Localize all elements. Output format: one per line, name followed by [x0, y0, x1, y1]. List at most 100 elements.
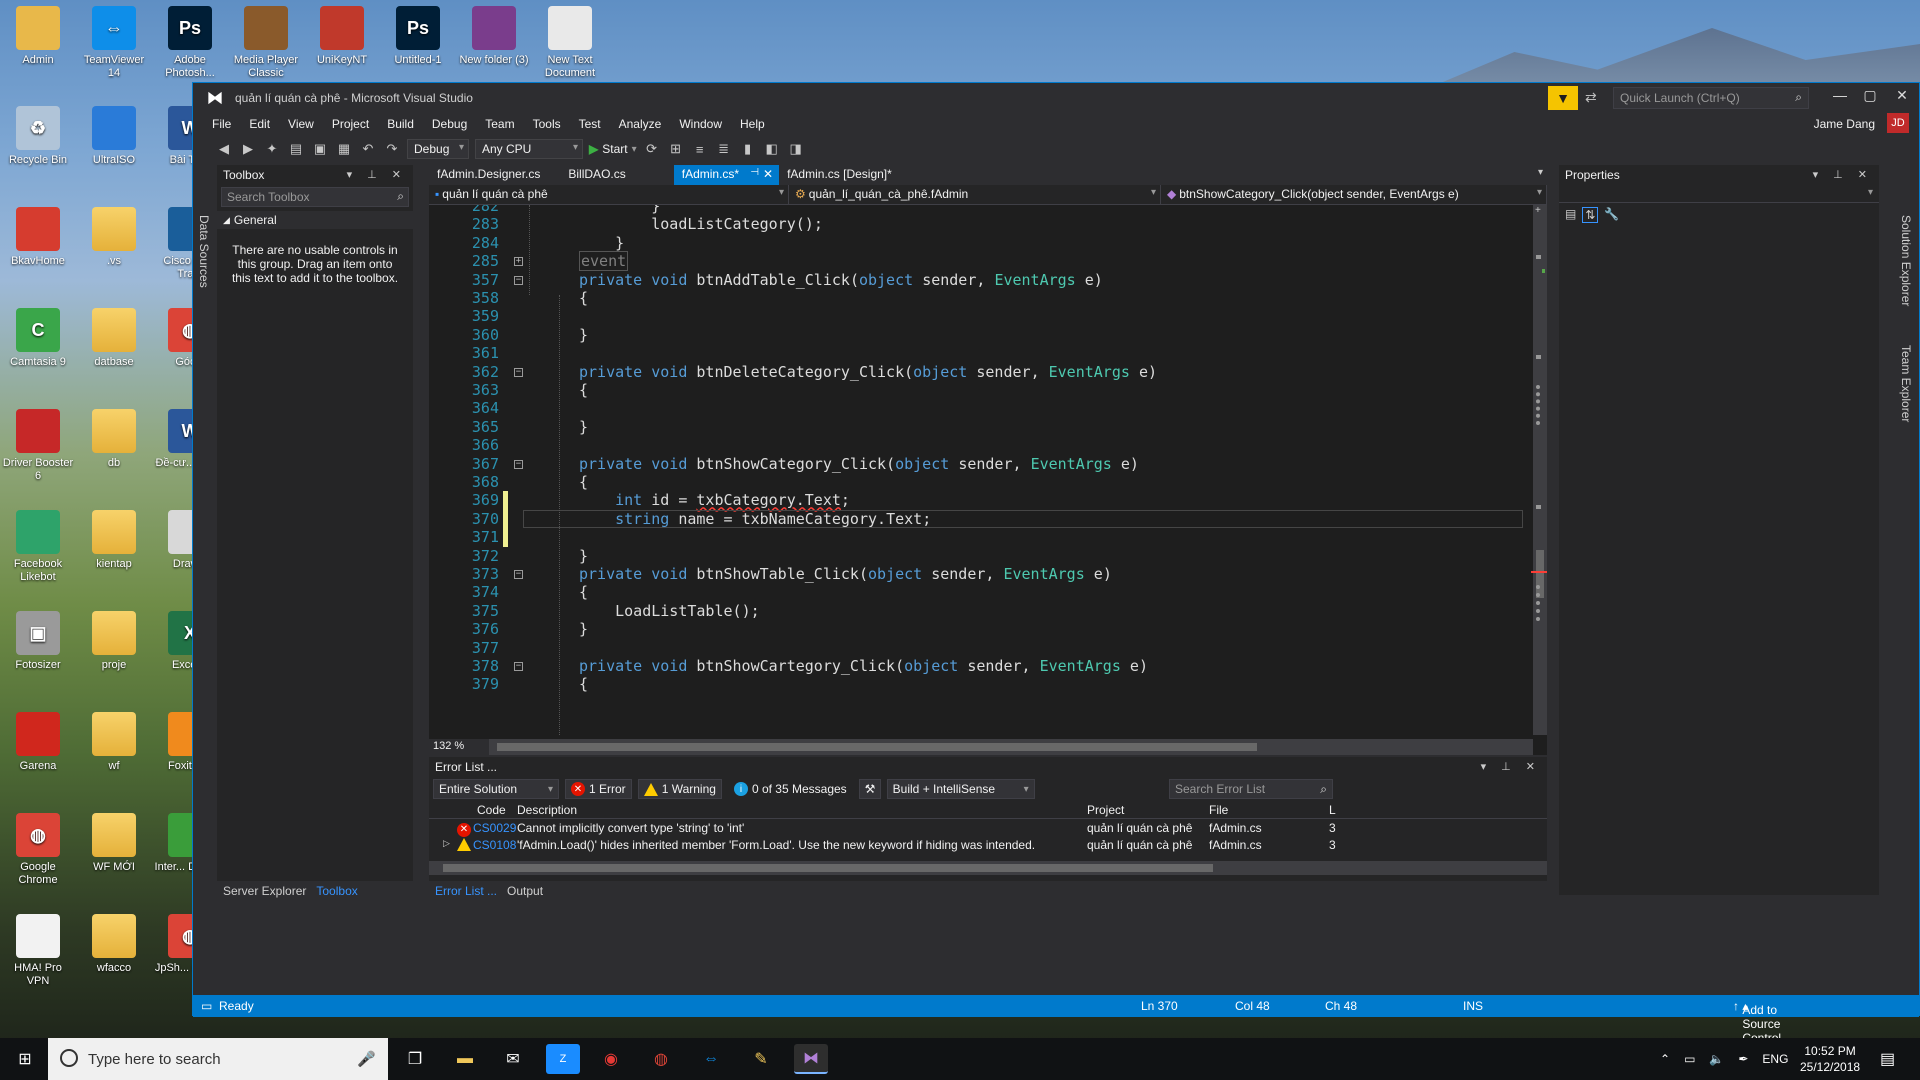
- warnings-filter-button[interactable]: 1 Warning: [637, 779, 722, 799]
- tab-output[interactable]: Output: [507, 884, 543, 898]
- teamviewer-icon[interactable]: ⇔: [694, 1044, 728, 1074]
- start-button[interactable]: ▶ Start ▾: [589, 142, 637, 156]
- close-tab-icon[interactable]: ✕: [763, 167, 773, 181]
- desktop-icon[interactable]: Garena: [2, 712, 74, 773]
- error-code[interactable]: CS0108: [473, 838, 516, 852]
- add-to-source-control-button[interactable]: ↑ Add to Source Control ▴: [1733, 999, 1781, 1045]
- garena-icon[interactable]: ◉: [594, 1044, 628, 1074]
- member-dropdown[interactable]: ◆ btnShowCategory_Click(object sender, Ev…: [1161, 185, 1547, 204]
- desktop-icon[interactable]: proje: [78, 611, 150, 672]
- desktop-icon[interactable]: New Text Document: [534, 6, 606, 80]
- desktop-icon[interactable]: datbase: [78, 308, 150, 369]
- data-sources-tab[interactable]: Data Sources: [197, 215, 211, 288]
- quick-launch-input[interactable]: Quick Launch (Ctrl+Q) ⌕: [1613, 87, 1809, 109]
- desktop-icon[interactable]: Media Player Classic: [230, 6, 302, 80]
- scroll-thumb[interactable]: [497, 743, 1257, 751]
- desktop-icon[interactable]: kientap: [78, 510, 150, 571]
- task-view-icon[interactable]: ❐: [398, 1044, 432, 1074]
- desktop-icon[interactable]: wf: [78, 712, 150, 773]
- desktop-icon[interactable]: New folder (3): [458, 6, 530, 67]
- language-indicator[interactable]: ENG: [1762, 1052, 1788, 1066]
- close-window-button[interactable]: ✕: [1887, 87, 1917, 104]
- collapse-region-icon[interactable]: −: [514, 459, 523, 469]
- minimize-button[interactable]: —: [1825, 87, 1855, 103]
- toolbox-search-input[interactable]: Search Toolbox ⌕: [221, 187, 409, 207]
- desktop-icon[interactable]: .vs: [78, 207, 150, 268]
- bookmark-icon[interactable]: ▮: [739, 140, 757, 158]
- network-icon[interactable]: ▭: [1684, 1052, 1695, 1066]
- error-list-row[interactable]: ✕ CS0029 Cannot implicitly convert type 's…: [429, 819, 1547, 837]
- redo-icon[interactable]: ↷: [383, 140, 401, 158]
- collapse-region-icon[interactable]: −: [514, 275, 523, 285]
- solution-configuration-select[interactable]: Debug: [407, 139, 469, 159]
- desktop-icon[interactable]: Facebook Likebot: [2, 510, 74, 584]
- menu-item-debug[interactable]: Debug: [423, 117, 476, 131]
- col-line[interactable]: L: [1329, 803, 1336, 817]
- maximize-button[interactable]: ▢: [1855, 87, 1885, 104]
- menu-item-analyze[interactable]: Analyze: [610, 117, 671, 131]
- build-filter-select[interactable]: Build + IntelliSense ▾: [886, 779, 1035, 799]
- error-code[interactable]: CS0029: [473, 821, 516, 835]
- desktop-icon[interactable]: ⇔ TeamViewer 14: [78, 6, 150, 80]
- panel-controls-icon[interactable]: ▾ ⊥ ✕: [347, 168, 407, 181]
- visual-studio-taskbar-icon[interactable]: ⧓: [794, 1044, 828, 1074]
- zoom-level-select[interactable]: 132 %: [429, 739, 489, 755]
- next-bookmark-icon[interactable]: ◨: [787, 140, 805, 158]
- forward-icon[interactable]: ▶: [239, 140, 257, 158]
- user-name[interactable]: Jame Dang: [1814, 117, 1875, 131]
- col-description[interactable]: Description: [517, 803, 577, 817]
- menu-item-test[interactable]: Test: [570, 117, 610, 131]
- browser-link-icon[interactable]: ⟳: [643, 140, 661, 158]
- team-explorer-tab[interactable]: Team Explorer: [1899, 345, 1913, 422]
- zalo-icon[interactable]: Z: [546, 1044, 580, 1074]
- menu-item-window[interactable]: Window: [670, 117, 731, 131]
- col-code[interactable]: Code: [477, 803, 506, 817]
- clear-filter-icon[interactable]: ⚒: [858, 779, 881, 799]
- paint-icon[interactable]: ✎: [744, 1044, 778, 1074]
- editor-horizontal-scrollbar[interactable]: [489, 739, 1533, 755]
- solution-explorer-icon[interactable]: ⊞: [667, 140, 685, 158]
- undo-icon[interactable]: ↶: [359, 140, 377, 158]
- tab-fadmin-designer[interactable]: fAdmin.Designer.cs: [429, 165, 548, 185]
- class-dropdown[interactable]: ⚙ quản_lí_quán_cà_phê.fAdmin: [789, 185, 1161, 204]
- desktop-icon[interactable]: ▣ Fotosizer: [2, 611, 74, 672]
- desktop-icon[interactable]: C Camtasia 9: [2, 308, 74, 369]
- errors-filter-button[interactable]: ✕ 1 Error: [565, 779, 632, 799]
- microphone-icon[interactable]: 🎤: [357, 1050, 376, 1068]
- uncomment-icon[interactable]: ≣: [715, 140, 733, 158]
- collapse-region-icon[interactable]: −: [514, 662, 523, 671]
- new-project-icon[interactable]: ✦: [263, 140, 281, 158]
- desktop-icon[interactable]: ♻ Recycle Bin: [2, 106, 74, 167]
- tab-overflow-icon[interactable]: ▾: [1538, 167, 1543, 178]
- editor-vertical-scrollbar[interactable]: +: [1531, 205, 1547, 735]
- solution-explorer-tab[interactable]: Solution Explorer: [1899, 215, 1913, 306]
- desktop-icon[interactable]: HMA! Pro VPN: [2, 914, 74, 988]
- menu-item-help[interactable]: Help: [731, 117, 774, 131]
- menu-item-view[interactable]: View: [279, 117, 323, 131]
- desktop-icon[interactable]: WF MỚI: [78, 813, 150, 874]
- desktop-icon[interactable]: Ps Untitled-1: [382, 6, 454, 67]
- col-project[interactable]: Project: [1087, 803, 1124, 817]
- back-icon[interactable]: ◀: [215, 140, 233, 158]
- panel-controls-icon[interactable]: ▾ ⊥ ✕: [1813, 168, 1873, 181]
- tab-fadmin-design[interactable]: fAdmin.cs [Design]*: [779, 165, 900, 185]
- windows-start-icon[interactable]: ⊞: [8, 1044, 42, 1074]
- tab-fadmin-cs[interactable]: fAdmin.cs* ⊣ ✕: [673, 165, 780, 185]
- properties-object-select[interactable]: ▾: [1559, 185, 1879, 203]
- save-all-icon[interactable]: ▦: [335, 140, 353, 158]
- menu-item-tools[interactable]: Tools: [524, 117, 570, 131]
- desktop-icon[interactable]: Admin: [2, 6, 74, 67]
- tab-error-list[interactable]: Error List ...: [435, 884, 497, 898]
- desktop-icon[interactable]: UniKeyNT: [306, 6, 378, 67]
- save-icon[interactable]: ▣: [311, 140, 329, 158]
- collapse-region-icon[interactable]: −: [514, 367, 523, 377]
- expand-icon[interactable]: ▷: [443, 838, 450, 849]
- taskbar-search-input[interactable]: Type here to search 🎤: [48, 1038, 388, 1080]
- open-file-icon[interactable]: ▤: [287, 140, 305, 158]
- desktop-icon[interactable]: db: [78, 409, 150, 470]
- desktop-icon[interactable]: wfacco: [78, 914, 150, 975]
- chrome-icon[interactable]: ◍: [644, 1044, 678, 1074]
- file-explorer-icon[interactable]: ▬: [448, 1044, 482, 1074]
- desktop-icon[interactable]: UltraISO: [78, 106, 150, 167]
- error-list-search-input[interactable]: Search Error List ⌕: [1169, 779, 1333, 799]
